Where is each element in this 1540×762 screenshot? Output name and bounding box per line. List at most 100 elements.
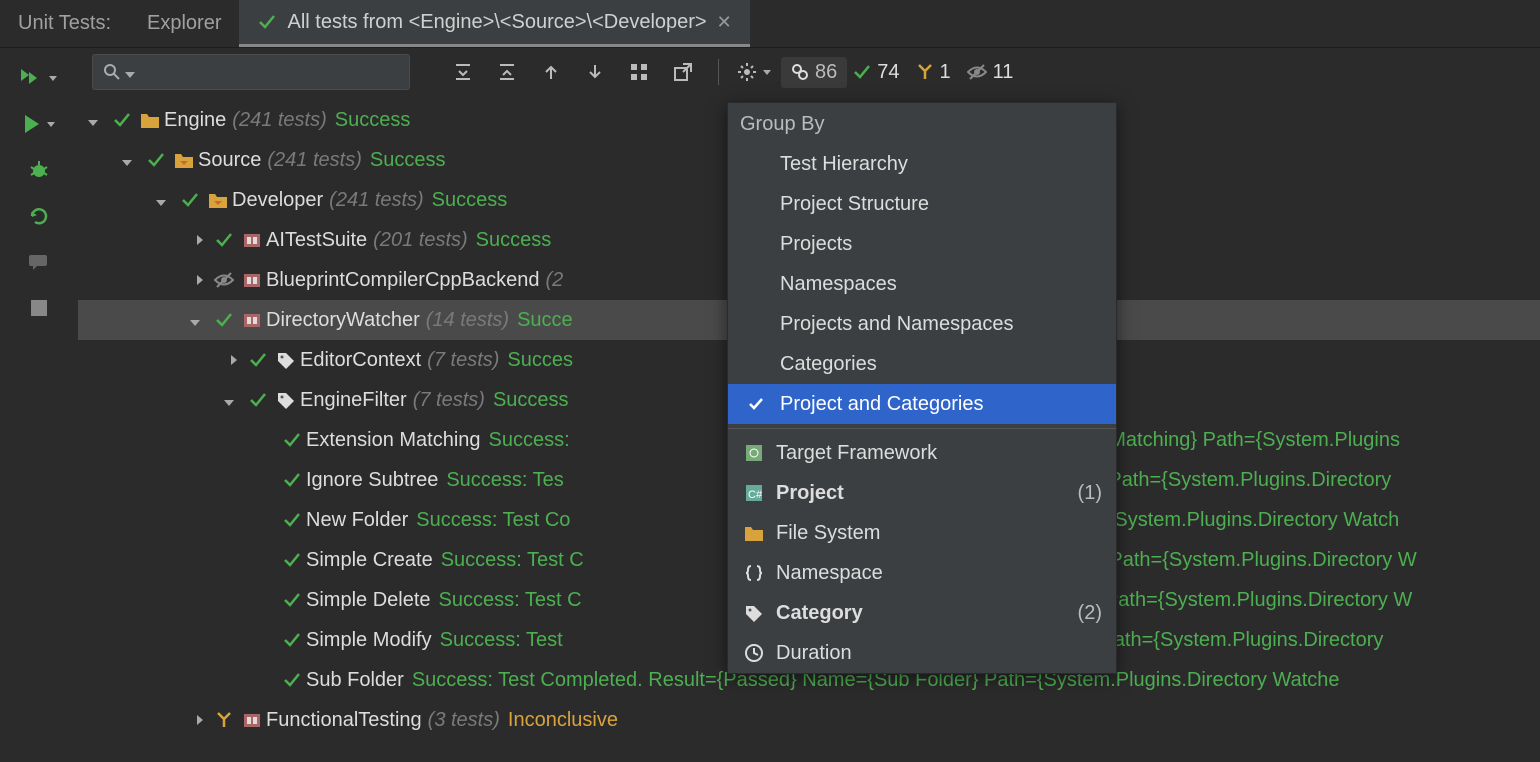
tab-explorer[interactable]: Explorer xyxy=(129,0,239,47)
menu-item-namespaces[interactable]: Namespaces xyxy=(728,264,1116,304)
check-icon xyxy=(278,550,306,570)
chevron-down-icon[interactable] xyxy=(122,149,142,172)
close-icon[interactable]: ✕ xyxy=(717,12,732,33)
inconclusive-count: 1 xyxy=(940,61,951,84)
run-button[interactable] xyxy=(21,110,57,138)
next-button[interactable] xyxy=(578,55,612,89)
test-sidebar xyxy=(0,48,78,762)
node-status: Succes xyxy=(507,349,573,372)
check-icon xyxy=(257,12,277,32)
node-label: Ignore Subtree xyxy=(306,469,438,492)
export-button[interactable] xyxy=(666,55,700,89)
menu-item-namespace[interactable]: Namespace xyxy=(728,553,1116,593)
branch-icon xyxy=(210,711,238,729)
total-pill[interactable]: 86 xyxy=(781,57,847,88)
node-status: Inconclusive xyxy=(508,709,618,732)
menu-item-categories[interactable]: Categories xyxy=(728,344,1116,384)
module-icon xyxy=(238,311,266,329)
node-status: Success xyxy=(493,389,569,412)
tab-bar: Unit Tests: Explorer All tests from <Eng… xyxy=(0,0,1540,48)
expand-all-button[interactable] xyxy=(446,55,480,89)
rerun-button[interactable] xyxy=(21,202,57,230)
chevron-right-icon[interactable] xyxy=(224,355,244,365)
menu-count: (2) xyxy=(1078,602,1102,625)
menu-item-project[interactable]: C# Project (1) xyxy=(728,473,1116,513)
check-icon xyxy=(853,63,871,81)
chevron-right-icon[interactable] xyxy=(190,235,210,245)
node-tests: (241 tests) xyxy=(232,109,326,132)
menu-item-projects-namespaces[interactable]: Projects and Namespaces xyxy=(728,304,1116,344)
chevron-right-icon[interactable] xyxy=(190,275,210,285)
menu-item-target-framework[interactable]: Target Framework xyxy=(728,433,1116,473)
tab-active-session[interactable]: All tests from <Engine>\<Source>\<Develo… xyxy=(239,0,749,47)
node-status: Success: Test Co xyxy=(416,509,570,532)
chevron-down-icon[interactable] xyxy=(88,109,108,132)
menu-count: (1) xyxy=(1078,482,1102,505)
clock-icon xyxy=(742,641,766,665)
folder-icon xyxy=(170,151,198,169)
check-icon xyxy=(142,150,170,170)
menu-item-projects[interactable]: Projects xyxy=(728,224,1116,264)
check-icon xyxy=(278,670,306,690)
debug-button[interactable] xyxy=(21,156,57,184)
menu-item-project-structure[interactable]: Project Structure xyxy=(728,184,1116,224)
node-label: Source xyxy=(198,149,261,172)
node-status: Succe xyxy=(517,309,573,332)
target-icon xyxy=(742,441,766,465)
chevron-down-icon[interactable] xyxy=(224,389,244,412)
layout-button[interactable] xyxy=(622,55,656,89)
node-status: Success xyxy=(432,189,508,212)
run-all-button[interactable] xyxy=(21,64,57,92)
comment-button[interactable] xyxy=(21,248,57,276)
csharp-icon: C# xyxy=(742,481,766,505)
module-icon xyxy=(238,231,266,249)
group-by-menu: Group By Test Hierarchy Project Structur… xyxy=(727,102,1117,674)
tab-title: All tests from <Engine>\<Source>\<Develo… xyxy=(287,11,706,34)
search-input[interactable] xyxy=(92,54,410,90)
check-icon xyxy=(278,430,306,450)
tag-icon xyxy=(742,601,766,625)
node-status: Success: Test C xyxy=(439,589,582,612)
eye-off-icon xyxy=(210,271,238,289)
test-content: 86 74 1 11 Engine (241 tests) Success xyxy=(78,48,1540,762)
chevron-down-icon[interactable] xyxy=(190,309,210,332)
braces-icon xyxy=(742,561,766,585)
menu-item-category[interactable]: Category (2) xyxy=(728,593,1116,633)
node-status: Success: Tes xyxy=(446,469,563,492)
module-icon xyxy=(238,271,266,289)
menu-item-duration[interactable]: Duration xyxy=(728,633,1116,673)
folder-icon xyxy=(136,111,164,129)
options-button[interactable] xyxy=(737,55,771,89)
tag-icon xyxy=(272,391,300,409)
node-tests: (241 tests) xyxy=(267,149,361,172)
chevron-right-icon[interactable] xyxy=(190,715,210,725)
tree-node-functional[interactable]: FunctionalTesting (3 tests) Inconclusive xyxy=(78,700,1540,740)
folder-icon xyxy=(204,191,232,209)
ignored-count: 11 xyxy=(993,61,1014,84)
check-icon xyxy=(210,230,238,250)
stop-button[interactable] xyxy=(21,294,57,322)
menu-item-test-hierarchy[interactable]: Test Hierarchy xyxy=(728,144,1116,184)
eye-off-icon xyxy=(967,63,987,81)
menu-item-project-categories[interactable]: Project and Categories xyxy=(728,384,1116,424)
check-icon xyxy=(210,310,238,330)
node-label: BlueprintCompilerCppBackend xyxy=(266,269,539,292)
node-label: FunctionalTesting xyxy=(266,709,422,732)
node-tests: (2 xyxy=(545,269,563,292)
chevron-down-icon[interactable] xyxy=(156,189,176,212)
collapse-all-button[interactable] xyxy=(490,55,524,89)
node-label: EngineFilter xyxy=(300,389,407,412)
prev-button[interactable] xyxy=(534,55,568,89)
node-label: Simple Delete xyxy=(306,589,431,612)
node-tests: (3 tests) xyxy=(428,709,500,732)
check-icon xyxy=(278,630,306,650)
check-icon xyxy=(742,395,770,413)
node-status: Success: Test C xyxy=(441,549,584,572)
node-status: Success xyxy=(370,149,446,172)
panel-label: Unit Tests: xyxy=(0,0,129,47)
branch-icon xyxy=(916,63,934,81)
test-stats: 86 74 1 11 xyxy=(781,57,1013,88)
node-status: Success: Test xyxy=(440,629,563,652)
menu-item-file-system[interactable]: File System xyxy=(728,513,1116,553)
tag-icon xyxy=(272,351,300,369)
